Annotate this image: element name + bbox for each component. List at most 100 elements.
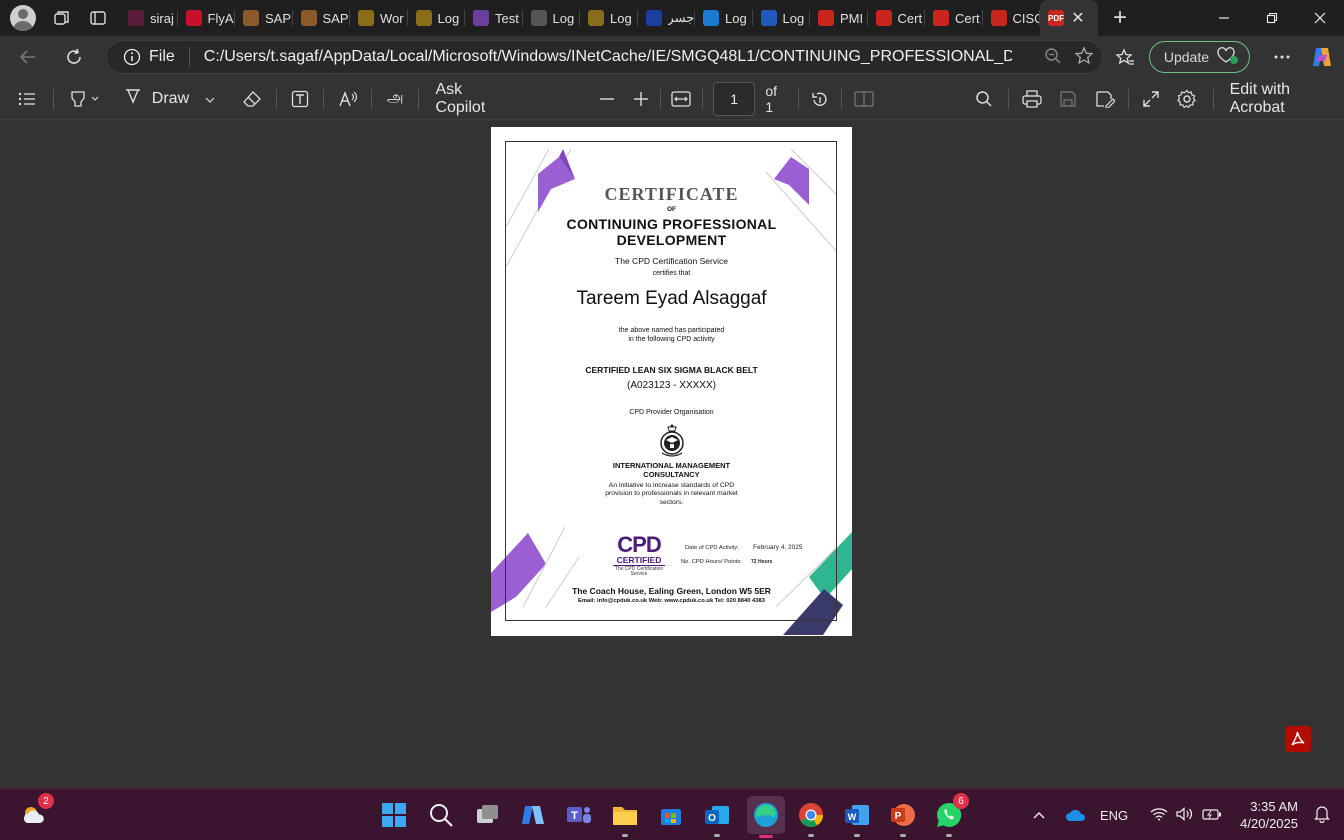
notifications-bell-icon[interactable] (1314, 805, 1330, 826)
browser-tab[interactable]: Log (523, 0, 581, 36)
file-explorer-icon[interactable] (609, 799, 641, 837)
fullscreen-icon[interactable] (1133, 82, 1168, 116)
fit-to-width-icon[interactable] (663, 82, 698, 116)
teams-icon[interactable]: T (563, 799, 595, 831)
close-window-button[interactable] (1296, 0, 1344, 36)
browser-tab[interactable]: Test (465, 0, 523, 36)
browser-tab[interactable]: siraj (120, 0, 178, 36)
refresh-button[interactable] (56, 39, 92, 75)
browser-tab[interactable]: FlyA (178, 0, 236, 36)
active-indicator (759, 835, 773, 838)
read-aloud-icon[interactable] (330, 82, 365, 116)
microsoft-store-icon[interactable] (655, 799, 687, 831)
search-taskbar-icon[interactable] (425, 799, 457, 831)
chrome-icon[interactable] (795, 799, 827, 837)
zoom-out-button[interactable] (589, 82, 624, 116)
search-icon[interactable] (967, 82, 1002, 116)
site-info-icon[interactable]: File (123, 48, 175, 66)
browser-tab[interactable]: Cert (868, 0, 926, 36)
tab-active[interactable]: PDF ✕ (1040, 0, 1098, 36)
favorite-star-icon[interactable] (1074, 45, 1094, 71)
tab-favicon-icon (300, 10, 317, 26)
more-options-icon[interactable] (1264, 39, 1300, 75)
initiative-line3: sectors. (659, 499, 684, 506)
svg-text:T: T (571, 810, 578, 822)
pdf-toolbar: Draw அ Ask Copilot 1 of 1 Edit with Acro… (0, 78, 1344, 120)
highlight-button[interactable] (62, 82, 106, 116)
cpd-logo-sub: CERTIFIED (613, 556, 665, 566)
favorites-icon[interactable] (1107, 39, 1143, 75)
workspaces-icon[interactable] (44, 0, 80, 36)
zoom-in-button[interactable] (624, 82, 659, 116)
clock[interactable]: 3:35 AM 4/20/2025 (1240, 798, 1298, 832)
zoom-icon[interactable] (1044, 47, 1062, 70)
close-tab-icon[interactable]: ✕ (1064, 4, 1092, 32)
translate-icon[interactable]: அ (378, 82, 413, 116)
copilot-taskbar-icon[interactable] (517, 799, 549, 831)
settings-gear-icon[interactable] (1170, 82, 1205, 116)
browser-tab[interactable]: جسر (638, 0, 696, 36)
profile-avatar[interactable] (10, 5, 36, 31)
add-text-icon[interactable] (283, 82, 318, 116)
tab-title: Log (725, 10, 747, 26)
certificate-of: OF (666, 206, 677, 213)
svg-text:O: O (708, 813, 716, 824)
address-bar[interactable]: File C:/Users/t.sagaf/AppData/Local/Micr… (106, 40, 1103, 74)
show-hidden-icons-chevron-up-icon[interactable] (1024, 811, 1054, 819)
ask-copilot-button[interactable]: Ask Copilot (435, 81, 513, 116)
browser-tab[interactable]: CISC (983, 0, 1040, 36)
outlook-icon[interactable]: O (701, 799, 733, 837)
initiative-line1: An initiative to increase standards of C… (608, 482, 735, 489)
word-icon[interactable]: W (841, 799, 873, 837)
powerpoint-icon[interactable]: P (887, 799, 919, 837)
contents-icon[interactable] (10, 82, 45, 116)
onedrive-icon[interactable] (1058, 808, 1094, 822)
volume-icon[interactable] (1176, 806, 1194, 824)
rotate-icon[interactable] (803, 82, 838, 116)
running-indicator (714, 834, 720, 837)
tab-favicon-icon (588, 10, 604, 26)
recipient-name: Tareem Eyad Alsaggaf (576, 288, 767, 309)
save-as-icon[interactable] (1088, 82, 1123, 116)
update-button[interactable]: Update (1148, 41, 1250, 73)
save-icon[interactable] (1051, 82, 1086, 116)
restore-button[interactable] (1248, 0, 1296, 36)
tab-favicon-icon (933, 10, 949, 26)
copilot-icon[interactable] (1304, 39, 1340, 75)
weather-widget-icon[interactable]: 2 (18, 793, 54, 831)
page-number-input[interactable]: 1 (713, 81, 756, 116)
cpd-logo-caption2: Service (630, 570, 648, 577)
browser-tab[interactable]: Cert (925, 0, 983, 36)
start-icon[interactable] (378, 799, 410, 831)
wifi-icon[interactable] (1150, 807, 1168, 824)
language-indicator[interactable]: ENG (1100, 808, 1128, 823)
pdf-viewport[interactable]: CERTIFICATE OF CONTINUING PROFESSIONAL D… (0, 121, 1344, 788)
page-view-icon[interactable] (846, 82, 881, 116)
issuer-text: The CPD Certification Service (615, 256, 728, 266)
acrobat-icon[interactable] (1285, 726, 1311, 752)
eraser-icon[interactable] (235, 82, 270, 116)
browser-tab[interactable]: SAP (235, 0, 293, 36)
draw-button[interactable]: Draw (124, 82, 215, 116)
browser-tab[interactable]: SAP (293, 0, 351, 36)
tab-favicon-icon (760, 10, 777, 26)
pdf-icon: PDF (1048, 10, 1064, 26)
browser-tab[interactable]: Log (580, 0, 638, 36)
browser-tab[interactable]: Log (695, 0, 753, 36)
divider (1212, 88, 1214, 109)
task-view-icon[interactable] (471, 799, 503, 831)
browser-tab[interactable]: PMI (810, 0, 868, 36)
url-text[interactable]: C:/Users/t.sagaf/AppData/Local/Microsoft… (204, 48, 1012, 66)
edit-with-acrobat-button[interactable]: Edit with Acrobat (1230, 81, 1344, 116)
browser-tab[interactable]: Log (408, 0, 466, 36)
browser-tab[interactable]: Wor (350, 0, 408, 36)
new-tab-button[interactable]: + (1102, 0, 1138, 36)
back-button[interactable] (10, 39, 46, 75)
browser-tab[interactable]: Log (753, 0, 811, 36)
whatsapp-icon[interactable]: 6 (933, 793, 969, 837)
edge-icon[interactable] (747, 796, 785, 838)
battery-icon[interactable] (1202, 807, 1222, 824)
tab-actions-icon[interactable] (80, 0, 116, 36)
print-icon[interactable] (1015, 82, 1050, 116)
minimize-button[interactable] (1200, 0, 1248, 36)
